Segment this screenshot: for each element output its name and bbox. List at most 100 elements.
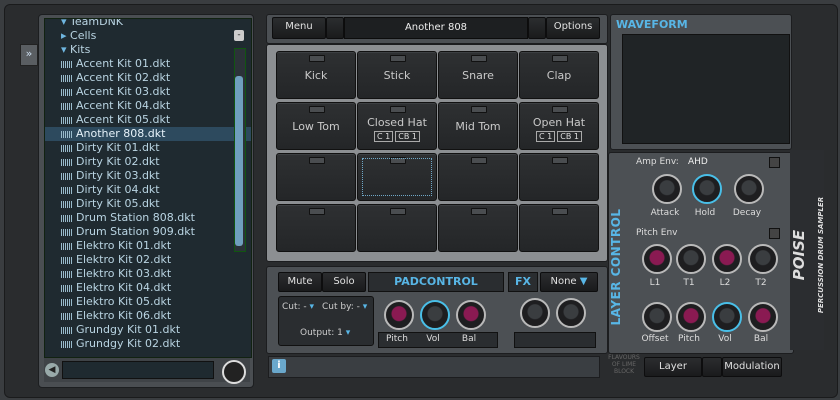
brand-name: POISE xyxy=(790,229,808,281)
drum-pad[interactable] xyxy=(438,204,518,252)
preview-volume-knob[interactable] xyxy=(222,360,246,384)
attack-knob[interactable] xyxy=(652,174,682,204)
solo-button[interactable]: Solo xyxy=(322,272,366,292)
next-kit-button[interactable] xyxy=(528,17,546,39)
list-item[interactable]: Accent Kit 03.dkt xyxy=(45,85,251,99)
pad-pitch-knob[interactable] xyxy=(384,300,414,330)
fx-knob-1[interactable] xyxy=(520,298,550,328)
list-item[interactable]: Grundgy Kit 01.dkt xyxy=(45,323,251,337)
pad-note-tag: C 1 xyxy=(536,131,556,142)
folder-collapsed-icon: ▸ xyxy=(61,29,71,42)
collapse-button[interactable]: - xyxy=(234,30,244,41)
l1-knob[interactable] xyxy=(642,244,672,274)
list-item[interactable]: Elektro Kit 01.dkt xyxy=(45,239,251,253)
menu-button[interactable]: Menu xyxy=(272,17,326,39)
list-item[interactable]: Elektro Kit 03.dkt xyxy=(45,267,251,281)
prev-kit-button[interactable] xyxy=(326,17,344,39)
kit-file-icon xyxy=(61,102,72,110)
tab-modulation[interactable]: Modulation xyxy=(722,357,782,377)
drum-pad[interactable]: Open Hat C 1 CB 1 xyxy=(519,102,599,150)
cutby-select[interactable]: Cut by: - ▾ xyxy=(322,302,367,312)
preview-field[interactable] xyxy=(62,361,214,379)
list-item[interactable]: Dirty Kit 04.dkt xyxy=(45,183,251,197)
output-select[interactable]: Output: 1 ▾ xyxy=(300,328,350,338)
waveform-display[interactable] xyxy=(622,34,790,144)
pad-led xyxy=(552,208,568,215)
drum-pad[interactable] xyxy=(438,153,518,201)
pad-led xyxy=(552,157,568,164)
fx-select[interactable]: None ▼ xyxy=(540,272,598,292)
drum-pad[interactable]: Snare xyxy=(438,51,518,99)
amp-env-value[interactable]: AHD xyxy=(688,157,708,167)
chevron-down-icon: ▾ xyxy=(306,302,315,312)
layer-bal-knob[interactable] xyxy=(748,302,778,332)
l2-knob[interactable] xyxy=(712,244,742,274)
kit-file-icon xyxy=(61,214,72,222)
pad-label: Snare xyxy=(462,69,494,82)
list-item[interactable]: Elektro Kit 06.dkt xyxy=(45,309,251,323)
drum-pad[interactable] xyxy=(519,153,599,201)
list-item[interactable]: Elektro Kit 04.dkt xyxy=(45,281,251,295)
pad-bal-knob[interactable] xyxy=(456,300,486,330)
kit-name-display: Another 808 xyxy=(344,17,528,39)
list-item[interactable]: Dirty Kit 02.dkt xyxy=(45,155,251,169)
layer-pitch-knob[interactable] xyxy=(676,302,706,332)
offset-knob[interactable] xyxy=(642,302,672,332)
tab-spacer-button[interactable] xyxy=(702,357,722,377)
hold-knob[interactable] xyxy=(692,174,722,204)
drum-pad[interactable] xyxy=(357,204,437,252)
kit-file-icon xyxy=(61,186,72,194)
drum-pad[interactable] xyxy=(357,153,437,201)
list-item[interactable]: Drum Station 909.dkt xyxy=(45,225,251,239)
tab-layer[interactable]: Layer xyxy=(644,357,702,377)
drum-pad[interactable]: Kick xyxy=(276,51,356,99)
file-list[interactable]: ▾ TeamDNK ▸ Cells ▾ Kits Accent Kit 01.dkt A… xyxy=(44,18,252,358)
folder-item[interactable]: ▾ Kits xyxy=(45,43,251,57)
fx-select-value: None xyxy=(550,276,577,287)
t2-knob[interactable] xyxy=(748,244,778,274)
pad-label: Mid Tom xyxy=(455,120,501,133)
drum-pad[interactable] xyxy=(519,204,599,252)
list-item[interactable]: Elektro Kit 05.dkt xyxy=(45,295,251,309)
list-item[interactable]: Accent Kit 01.dkt xyxy=(45,57,251,71)
kit-file-icon xyxy=(61,158,72,166)
pad-led xyxy=(309,106,325,113)
list-item[interactable]: Dirty Kit 05.dkt xyxy=(45,197,251,211)
drum-pad[interactable]: Closed Hat C 1 CB 1 xyxy=(357,102,437,150)
pad-vol-knob[interactable] xyxy=(420,300,450,330)
speaker-icon[interactable]: ◀ xyxy=(45,363,59,377)
fx-knob-2[interactable] xyxy=(556,298,586,328)
info-icon[interactable]: i xyxy=(272,359,286,373)
t1-knob[interactable] xyxy=(676,244,706,274)
list-item[interactable]: Accent Kit 04.dkt xyxy=(45,99,251,113)
mute-button[interactable]: Mute xyxy=(278,272,322,292)
drum-pad[interactable]: Stick xyxy=(357,51,437,99)
layer-vol-label: Vol xyxy=(718,334,732,344)
drum-pad[interactable]: Clap xyxy=(519,51,599,99)
amp-env-enable-toggle[interactable] xyxy=(769,157,780,168)
list-item[interactable]: Dirty Kit 03.dkt xyxy=(45,169,251,183)
list-item[interactable]: Accent Kit 05.dkt xyxy=(45,113,251,127)
scrollbar-thumb[interactable] xyxy=(235,76,243,246)
drum-pad[interactable] xyxy=(276,204,356,252)
list-item[interactable]: Drum Station 808.dkt xyxy=(45,211,251,225)
list-item[interactable]: Accent Kit 02.dkt xyxy=(45,71,251,85)
attack-label: Attack xyxy=(650,208,680,218)
pitch-env-enable-toggle[interactable] xyxy=(769,228,780,239)
list-item[interactable]: Grundgy Kit 02.dkt xyxy=(45,337,251,351)
cut-select[interactable]: Cut: - ▾ xyxy=(282,302,314,312)
expand-sidebar-button[interactable]: » xyxy=(20,44,38,66)
drum-pad[interactable] xyxy=(276,153,356,201)
list-item[interactable]: Dirty Kit 01.dkt xyxy=(45,141,251,155)
list-item[interactable]: Another 808.dkt xyxy=(45,127,251,141)
pad-led xyxy=(309,55,325,62)
layer-vol-knob[interactable] xyxy=(712,302,742,332)
folder-item[interactable]: ▾ TeamDNK xyxy=(45,19,251,29)
drum-pad[interactable]: Mid Tom xyxy=(438,102,518,150)
list-item[interactable]: Elektro Kit 02.dkt xyxy=(45,253,251,267)
options-button[interactable]: Options xyxy=(546,17,600,39)
drum-pad[interactable]: Low Tom xyxy=(276,102,356,150)
decay-knob[interactable] xyxy=(734,174,764,204)
folder-item[interactable]: ▸ Cells xyxy=(45,29,251,43)
pad-note-tag: C 1 xyxy=(374,131,394,142)
